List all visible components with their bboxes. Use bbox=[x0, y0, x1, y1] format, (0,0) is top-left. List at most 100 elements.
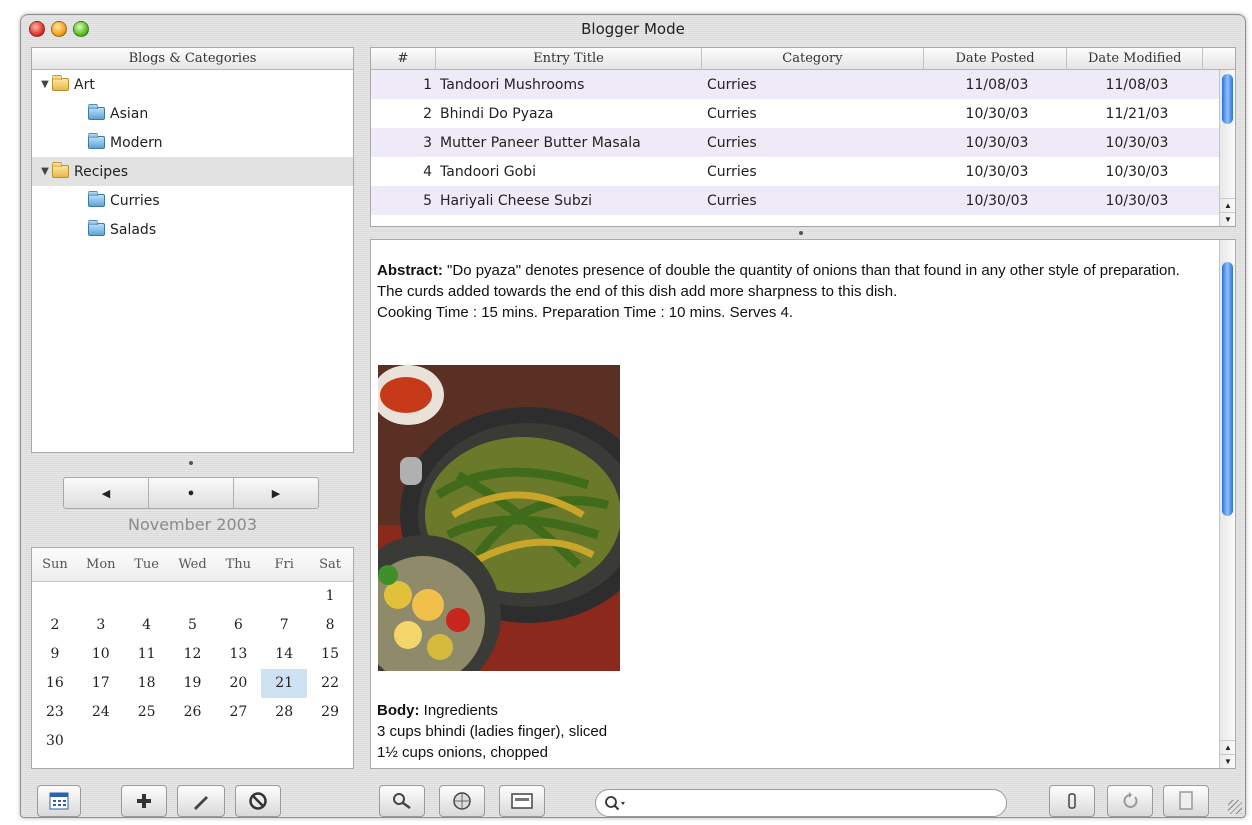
calendar-day[interactable]: 5 bbox=[170, 611, 216, 640]
folder-icon bbox=[52, 162, 69, 178]
close-button[interactable] bbox=[29, 21, 45, 37]
scroll-thumb[interactable] bbox=[1222, 74, 1233, 124]
calendar-day[interactable]: 17 bbox=[78, 669, 124, 698]
cell-number: 5 bbox=[423, 192, 432, 209]
edit-entry-button[interactable] bbox=[177, 785, 225, 817]
calendar-day[interactable]: 7 bbox=[261, 611, 307, 640]
calendar-day[interactable]: 12 bbox=[170, 640, 216, 669]
calendar-day[interactable]: 13 bbox=[215, 640, 261, 669]
calendar-day[interactable]: 18 bbox=[124, 669, 170, 698]
scroll-down-arrow-icon[interactable]: ▼ bbox=[1220, 212, 1235, 226]
search-input[interactable] bbox=[626, 793, 1006, 813]
calendar-view-button[interactable] bbox=[37, 785, 81, 817]
disclosure-triangle-icon[interactable]: ▼ bbox=[38, 166, 52, 177]
calendar-day[interactable]: 1 bbox=[307, 582, 353, 611]
search-field[interactable] bbox=[595, 789, 1007, 817]
tree-item-curries[interactable]: Curries bbox=[32, 186, 353, 215]
calendar-day[interactable]: 30 bbox=[32, 727, 78, 756]
column-header-title[interactable]: Entry Title bbox=[436, 48, 703, 69]
scroll-down-arrow-icon[interactable]: ▼ bbox=[1220, 754, 1235, 768]
web-button[interactable] bbox=[439, 785, 485, 817]
folder-icon bbox=[88, 104, 105, 120]
calendar-day[interactable]: 19 bbox=[170, 669, 216, 698]
tree-item-asian[interactable]: Asian bbox=[32, 99, 353, 128]
calendar-day[interactable]: 21 bbox=[261, 669, 308, 698]
calendar-day[interactable]: 11 bbox=[124, 640, 170, 669]
calendar-day[interactable]: 3 bbox=[78, 611, 124, 640]
calendar-day[interactable]: 27 bbox=[215, 698, 261, 727]
column-header-number[interactable]: # bbox=[371, 48, 436, 69]
cell-date-modified: 11/21/03 bbox=[1105, 105, 1169, 122]
content-scrollbar[interactable]: ▲ ▼ bbox=[1219, 240, 1235, 768]
add-entry-button[interactable] bbox=[121, 785, 167, 817]
preview-button[interactable] bbox=[499, 785, 545, 817]
tree-splitter[interactable] bbox=[189, 461, 193, 465]
table-row[interactable]: 1 Tandoori Mushrooms Curries 11/08/03 11/08/… bbox=[371, 70, 1235, 99]
find-button[interactable] bbox=[379, 785, 425, 817]
table-row[interactable]: 3 Mutter Paneer Butter Masala Curries 10/30… bbox=[371, 128, 1235, 157]
column-header-date-modified[interactable]: Date Modified bbox=[1067, 48, 1204, 69]
calendar-day[interactable]: 6 bbox=[215, 611, 261, 640]
previous-month-button[interactable]: ◀ bbox=[64, 478, 149, 508]
tree-item-label: Modern bbox=[110, 134, 163, 151]
calendar-day[interactable]: 10 bbox=[78, 640, 124, 669]
column-header-spacer bbox=[1203, 48, 1235, 69]
scroll-up-arrow-icon[interactable]: ▲ bbox=[1220, 740, 1235, 754]
cell-date-modified: 10/30/03 bbox=[1105, 163, 1169, 180]
calendar-day[interactable]: 8 bbox=[307, 611, 353, 640]
table-row[interactable]: 2 Bhindi Do Pyaza Curries 10/30/03 11/21/03 bbox=[371, 99, 1235, 128]
scroll-thumb[interactable] bbox=[1222, 262, 1233, 516]
cell-category: Curries bbox=[707, 192, 757, 209]
tree-item-recipes[interactable]: ▼ Recipes bbox=[32, 157, 353, 186]
calendar-day[interactable]: 15 bbox=[307, 640, 353, 669]
calendar-day[interactable]: 26 bbox=[170, 698, 216, 727]
body-line: 1½ cups onions, chopped bbox=[377, 744, 548, 761]
delete-entry-button[interactable] bbox=[235, 785, 281, 817]
calendar-day[interactable]: 20 bbox=[215, 669, 261, 698]
calendar-day[interactable]: 2 bbox=[32, 611, 78, 640]
left-arrow-icon: ◀ bbox=[101, 487, 111, 500]
tree-item-salads[interactable]: Salads bbox=[32, 215, 353, 244]
body-title: Ingredients bbox=[423, 702, 498, 719]
calendar-day[interactable]: 22 bbox=[307, 669, 353, 698]
cell-title: Tandoori Mushrooms bbox=[440, 76, 585, 93]
cell-date-posted: 10/30/03 bbox=[965, 134, 1029, 151]
calendar-day[interactable]: 28 bbox=[261, 698, 307, 727]
calendar-day[interactable]: 16 bbox=[32, 669, 78, 698]
calendar-day[interactable]: 9 bbox=[32, 640, 78, 669]
calendar-day[interactable]: 14 bbox=[261, 640, 307, 669]
title-bar[interactable]: Blogger Mode bbox=[21, 15, 1245, 43]
cell-number: 4 bbox=[423, 163, 432, 180]
table-row[interactable]: 5 Hariyali Cheese Subzi Curries 10/30/03 10/… bbox=[371, 186, 1235, 215]
next-month-button[interactable]: ▶ bbox=[234, 478, 318, 508]
calendar-day[interactable]: 24 bbox=[78, 698, 124, 727]
content-splitter[interactable] bbox=[799, 231, 803, 235]
column-header-date-posted[interactable]: Date Posted bbox=[924, 48, 1068, 69]
calendar: Sun Mon Tue Wed Thu Fri Sat 1 2 3 4 5 6 7 8 9 10 1… bbox=[31, 547, 354, 769]
window-title: Blogger Mode bbox=[581, 20, 685, 38]
calendar-day[interactable]: 4 bbox=[124, 611, 170, 640]
table-scrollbar[interactable]: ▲ ▼ bbox=[1219, 70, 1235, 226]
calendar-day-empty bbox=[261, 582, 307, 611]
refresh-button[interactable] bbox=[1107, 785, 1153, 817]
window-controls bbox=[29, 21, 89, 37]
calendar-day[interactable]: 29 bbox=[307, 698, 353, 727]
tree-item-art[interactable]: ▼ Art bbox=[32, 70, 353, 99]
cell-number: 1 bbox=[423, 76, 432, 93]
tree-item-modern[interactable]: Modern bbox=[32, 128, 353, 157]
table-row[interactable]: 4 Tandoori Gobi Curries 10/30/03 10/30/03 bbox=[371, 157, 1235, 186]
resize-grip-icon[interactable] bbox=[1228, 800, 1242, 814]
column-header-category[interactable]: Category bbox=[702, 48, 924, 69]
tree-header[interactable]: Blogs & Categories bbox=[32, 48, 353, 70]
calendar-day[interactable]: 25 bbox=[124, 698, 170, 727]
info-button[interactable] bbox=[1049, 785, 1095, 817]
disclosure-triangle-icon[interactable]: ▼ bbox=[38, 79, 52, 90]
card-icon bbox=[511, 793, 533, 809]
minimize-button[interactable] bbox=[51, 21, 67, 37]
today-button[interactable]: ● bbox=[149, 478, 234, 508]
zoom-button[interactable] bbox=[73, 21, 89, 37]
calendar-nav: ◀ ● ▶ bbox=[63, 477, 319, 509]
page-button[interactable] bbox=[1163, 785, 1209, 817]
scroll-up-arrow-icon[interactable]: ▲ bbox=[1220, 198, 1235, 212]
calendar-day[interactable]: 23 bbox=[32, 698, 78, 727]
